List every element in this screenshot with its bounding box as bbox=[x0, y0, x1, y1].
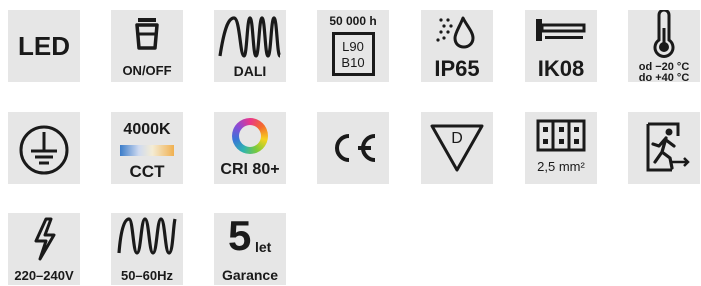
ce-tile bbox=[317, 112, 389, 184]
dali-tile: DALI bbox=[214, 10, 286, 82]
lifetime-line1: L90 bbox=[342, 39, 364, 54]
voltage-label: 220–240V bbox=[14, 268, 74, 283]
d-mark-tile: D bbox=[421, 112, 493, 184]
lifetime-hours: 50 000 h bbox=[329, 14, 377, 28]
cri-label: CRI 80+ bbox=[220, 161, 280, 178]
temp-tile: od −20 °C do +40 °C bbox=[628, 10, 700, 82]
warranty-unit: let bbox=[255, 239, 272, 255]
cri-tile: CRI 80+ bbox=[214, 112, 286, 184]
warranty-number: 5 bbox=[228, 213, 252, 259]
cct-gradient-icon bbox=[120, 145, 174, 156]
voltage-tile: 220–240V bbox=[8, 213, 80, 285]
lifetime-tile: 50 000 h L90 B10 bbox=[317, 10, 389, 82]
emergency-exit-icon bbox=[646, 122, 690, 172]
onoff-tile: ON/OFF bbox=[111, 10, 183, 82]
ce-mark-icon bbox=[335, 134, 376, 162]
d-letter: D bbox=[451, 130, 463, 147]
led-tile: LED bbox=[8, 10, 80, 82]
ground-tile bbox=[8, 112, 80, 184]
dali-label: DALI bbox=[233, 63, 267, 79]
frequency-label: 50–60Hz bbox=[120, 268, 174, 283]
warranty-icon: 5 let bbox=[214, 213, 286, 265]
ip-tile: IP65 bbox=[421, 10, 493, 82]
led-text-icon: LED bbox=[18, 31, 70, 61]
cct-tile: 4000K CCT bbox=[111, 112, 183, 184]
d-triangle-icon bbox=[430, 124, 484, 172]
temp-line2: do +40 °C bbox=[638, 72, 690, 82]
color-ring-hole bbox=[239, 125, 261, 147]
lifetime-line2: B10 bbox=[341, 55, 365, 70]
onoff-label: ON/OFF bbox=[122, 63, 172, 78]
ik-label: IK08 bbox=[537, 56, 585, 81]
emergency-tile bbox=[628, 112, 700, 184]
cct-label: CCT bbox=[129, 162, 165, 181]
terminal-tile: 2,5 mm² bbox=[525, 112, 597, 184]
ik-tile: IK08 bbox=[525, 10, 597, 82]
ground-protection-icon bbox=[19, 125, 69, 175]
warranty-tile: 5 let Garance bbox=[214, 213, 286, 285]
frequency-tile: 50–60Hz bbox=[111, 213, 183, 285]
warranty-label: Garance bbox=[221, 267, 279, 283]
terminal-label: 2,5 mm² bbox=[537, 159, 585, 174]
cct-kelvin: 4000K bbox=[123, 121, 171, 138]
ip-label: IP65 bbox=[434, 56, 480, 81]
